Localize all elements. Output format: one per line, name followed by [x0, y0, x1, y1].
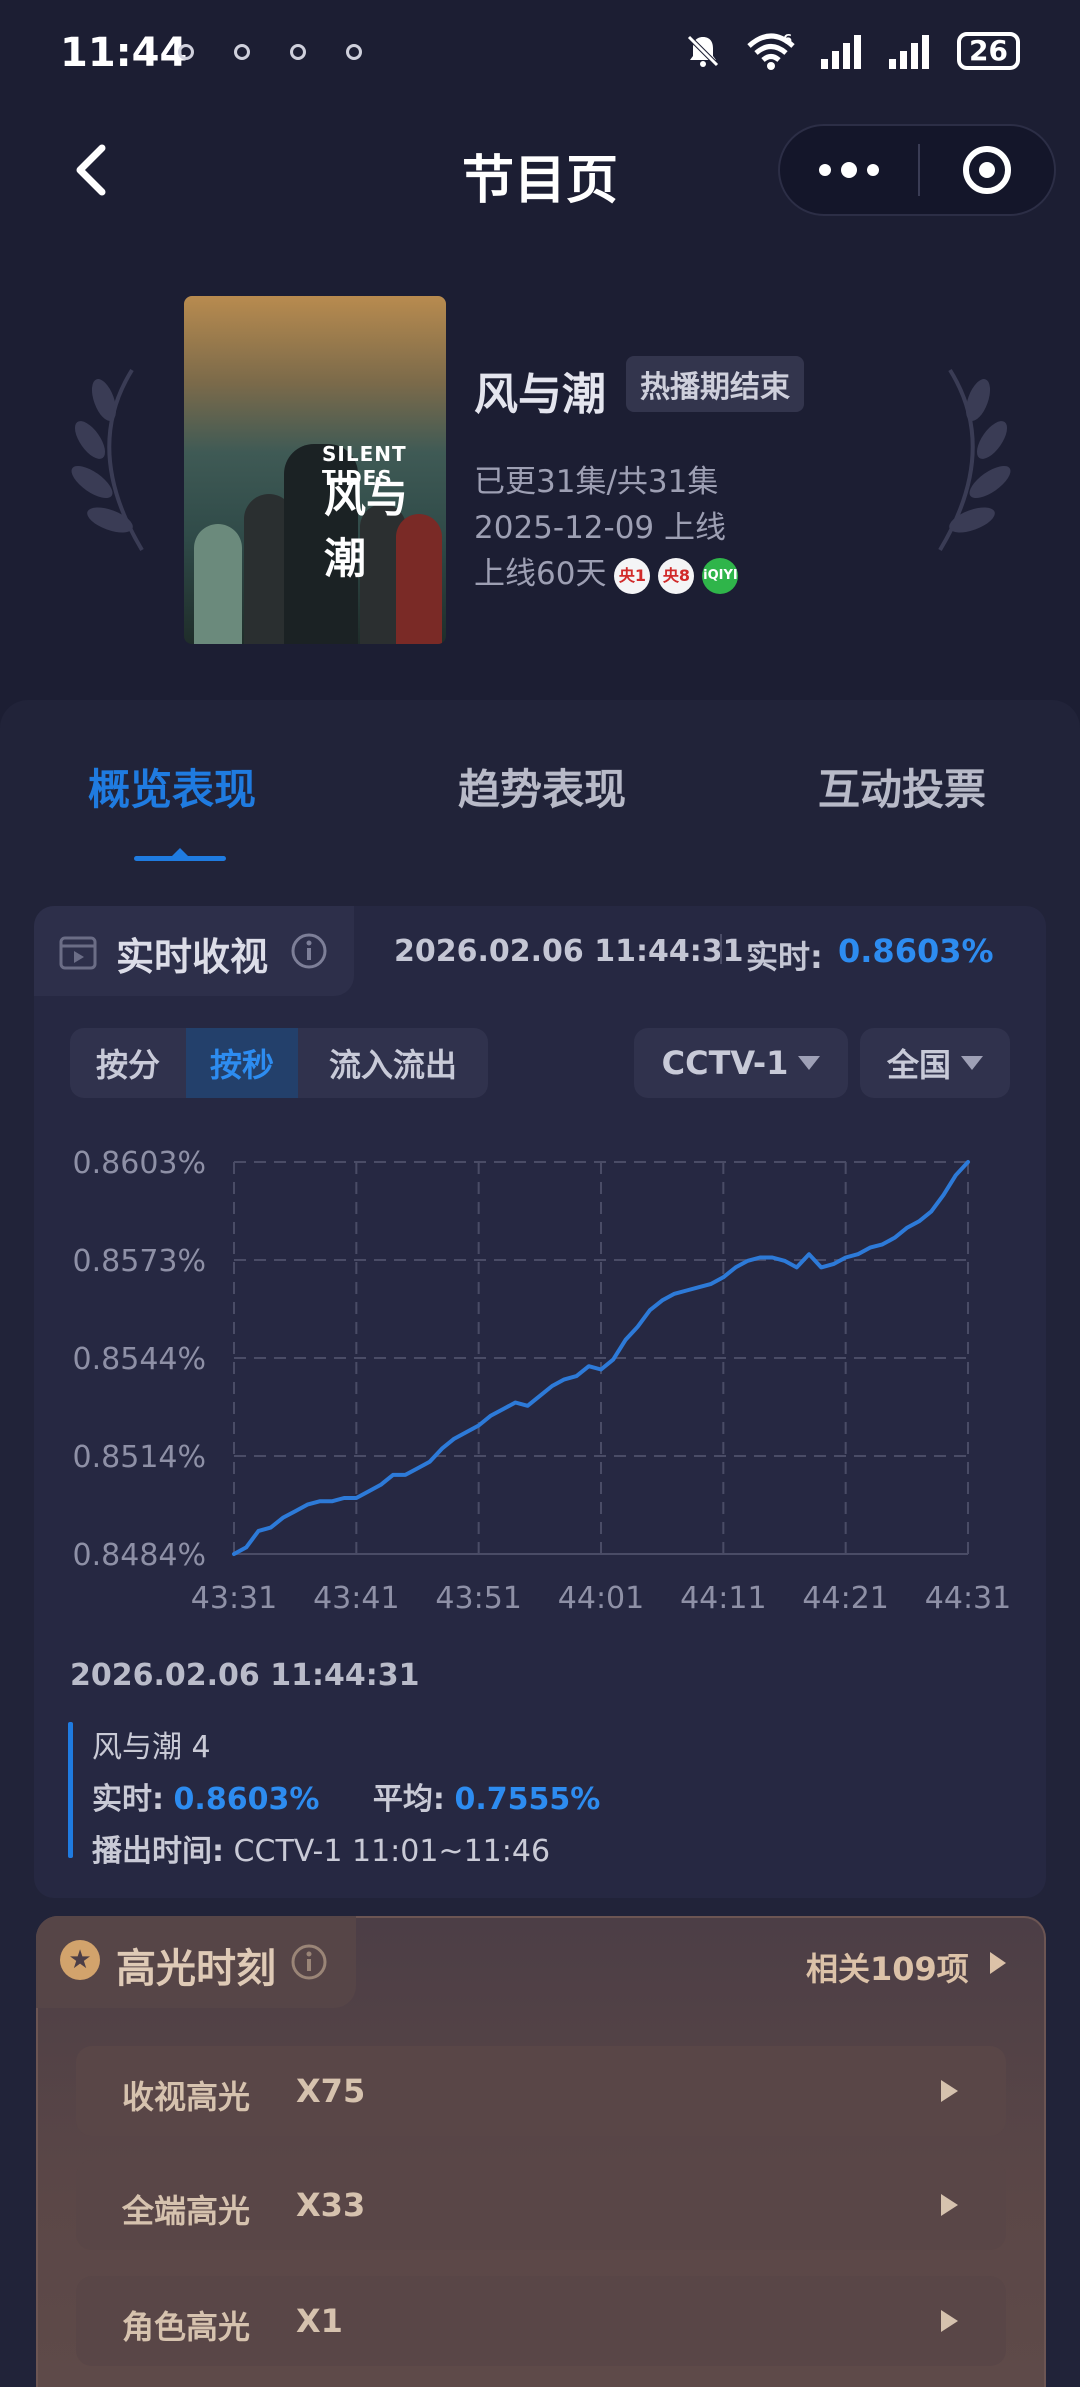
realtime-title: 实时收视	[116, 935, 269, 979]
cctv1-icon: 央1	[614, 557, 651, 594]
caret-down-icon	[961, 1056, 983, 1070]
highlight-item[interactable]: 全端高光 X33	[76, 2160, 1006, 2250]
airtime-label: 播出时间:	[92, 1834, 224, 1869]
x-tick-label: 43:51	[435, 1581, 521, 1616]
granularity-toggle: 按分 按秒 流入流出	[70, 1028, 488, 1098]
realtime-value: 0.8603%	[838, 932, 994, 970]
x-tick-label: 43:31	[191, 1581, 277, 1616]
tooltip-accent-bar	[68, 1722, 73, 1858]
status-time: 11:44	[60, 30, 188, 76]
average-label: 平均:	[372, 1782, 445, 1817]
highlights-more-link[interactable]: 相关109项	[806, 1944, 969, 1990]
calendar-icon	[59, 936, 97, 970]
highlight-name: 角色高光	[122, 2308, 251, 2346]
signal-icon	[889, 35, 930, 69]
laurel-right-icon	[938, 368, 1011, 552]
status-badge: 热播期结束	[626, 356, 804, 412]
y-tick-label: 0.8484%	[73, 1538, 206, 1573]
mute-bell-icon	[687, 35, 719, 67]
tooltip-airtime-row: 播出时间: CCTV-1 11:01~11:46	[92, 1826, 550, 1870]
notification-icon	[178, 44, 194, 60]
by-minute-button[interactable]: 按分	[70, 1028, 186, 1098]
poster-title-cn: 风与潮	[324, 473, 409, 583]
tab-trend[interactable]: 趋势表现	[458, 756, 626, 817]
tooltip-timestamp: 2026.02.06 11:44:31	[70, 1658, 420, 1693]
online-days-row: 上线60天 央1 央8 iQIYI	[474, 548, 739, 594]
ratings-line-chart: 0.8603% 0.8573% 0.8544% 0.8514% 0.8484% 43:3…	[73, 1146, 1012, 1616]
more-menu-button[interactable]	[780, 126, 918, 214]
highlight-name: 收视高光	[122, 2078, 251, 2116]
info-icon[interactable]	[290, 1943, 328, 1981]
play-arrow-icon	[941, 2194, 958, 2216]
airtime-value: CCTV-1 11:01~11:46	[233, 1834, 551, 1869]
dot-icon	[867, 164, 879, 176]
show-poster[interactable]: SILENT TIDES 风与潮	[184, 296, 446, 644]
x-tick-label: 43:41	[313, 1581, 399, 1616]
highlight-name: 全端高光	[122, 2192, 251, 2230]
iqiyi-icon: iQIYI	[702, 557, 739, 594]
region-value: 全国	[886, 1046, 951, 1084]
y-tick-label: 0.8573%	[73, 1244, 206, 1279]
x-tick-label: 44:01	[558, 1581, 644, 1616]
notification-icon	[290, 44, 306, 60]
play-arrow-icon	[941, 2310, 958, 2332]
tab-overview[interactable]: 概览表现	[88, 756, 256, 817]
cctv8-icon: 央8	[658, 557, 695, 594]
dot-icon	[841, 162, 857, 178]
tooltip-values-row: 实时: 0.8603% 平均: 0.7555%	[92, 1774, 600, 1818]
dot-icon	[819, 164, 831, 176]
by-second-button[interactable]: 按秒	[186, 1028, 298, 1098]
tab-indicator	[134, 848, 226, 861]
target-icon	[963, 146, 1011, 194]
highlights-title: 高光时刻	[116, 1946, 276, 1992]
x-tick-label: 44:11	[680, 1581, 766, 1616]
x-tick-label: 44:21	[802, 1581, 888, 1616]
tab-vote[interactable]: 互动投票	[818, 756, 986, 817]
notification-icons	[178, 44, 362, 60]
info-icon[interactable]	[290, 932, 328, 970]
poster-figure	[194, 524, 242, 644]
caret-down-icon	[798, 1056, 821, 1070]
realtime-value: 0.8603%	[173, 1782, 320, 1817]
highlight-count: X33	[296, 2186, 366, 2224]
y-tick-label: 0.8544%	[73, 1342, 206, 1377]
signal-icon	[821, 35, 862, 69]
realtime-timestamp: 2026.02.06 11:44:31	[394, 934, 744, 969]
region-dropdown[interactable]: 全国	[860, 1028, 1010, 1098]
x-tick-label: 44:31	[925, 1581, 1011, 1616]
highlight-count: X1	[296, 2302, 343, 2340]
notification-icon	[234, 44, 250, 60]
star-icon: ★	[60, 1940, 100, 1980]
network-badge: 6	[783, 33, 792, 48]
close-miniapp-button[interactable]	[920, 126, 1054, 214]
realtime-value-label: 实时:	[746, 938, 823, 976]
wifi-icon: 6	[747, 33, 795, 70]
launch-date: 2025-12-09 上线	[474, 510, 727, 546]
highlight-count: X75	[296, 2072, 366, 2110]
highlight-item[interactable]: 收视高光 X75	[76, 2046, 1006, 2136]
divider	[720, 934, 722, 964]
online-days: 上线60天	[474, 556, 607, 592]
tooltip-program: 风与潮 4	[92, 1730, 211, 1765]
battery-indicator: 26	[957, 32, 1020, 70]
channel-dropdown[interactable]: CCTV-1	[634, 1028, 848, 1098]
play-arrow-icon[interactable]	[990, 1952, 1006, 1974]
show-title: 风与潮	[474, 369, 606, 420]
status-right: 6 26	[685, 32, 1020, 70]
miniapp-capsule	[778, 124, 1056, 216]
realtime-label: 实时:	[92, 1782, 164, 1817]
flow-in-out-button[interactable]: 流入流出	[298, 1028, 488, 1098]
highlight-item[interactable]: 角色高光 X1	[76, 2276, 1006, 2366]
y-tick-label: 0.8514%	[73, 1440, 206, 1475]
play-arrow-icon	[941, 2080, 958, 2102]
channel-value: CCTV-1	[661, 1044, 789, 1082]
laurel-left-icon	[71, 368, 144, 552]
notification-icon	[346, 44, 362, 60]
episode-count: 已更31集/共31集	[474, 464, 719, 500]
average-value: 0.7555%	[454, 1782, 601, 1817]
y-tick-label: 0.8603%	[73, 1146, 206, 1181]
